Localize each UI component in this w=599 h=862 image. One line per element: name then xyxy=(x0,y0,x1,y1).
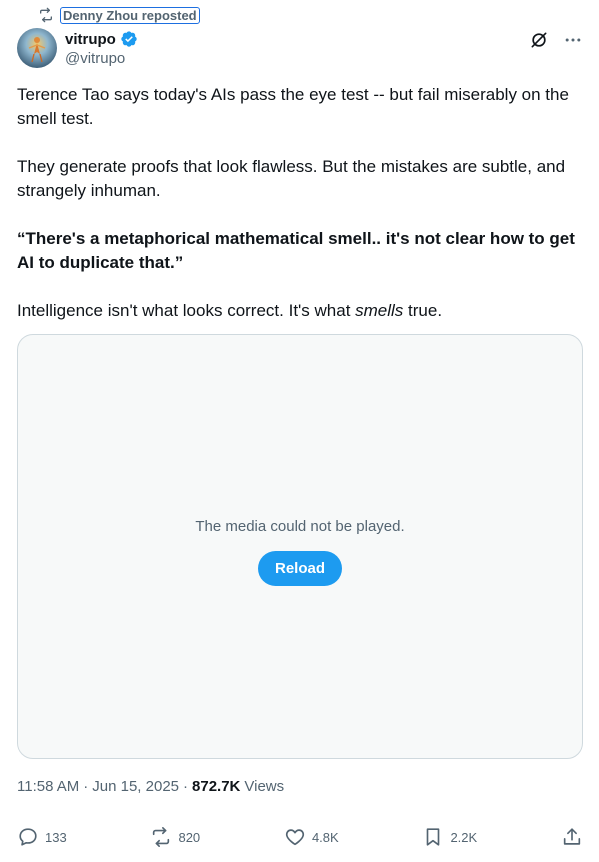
author-info: vitrupo @vitrupo xyxy=(65,29,138,67)
tweet-date[interactable]: Jun 15, 2025 xyxy=(92,778,179,795)
bookmark-count: 2.2K xyxy=(450,829,478,845)
views-count: 872.7K xyxy=(192,778,241,795)
heart-icon xyxy=(285,829,305,846)
reply-count: 133 xyxy=(45,829,67,845)
repost-indicator: Denny Zhou reposted xyxy=(38,6,200,24)
tweet-paragraph: Intelligence isn't what looks correct. I… xyxy=(17,301,443,320)
more-options-icon[interactable] xyxy=(563,30,583,50)
meta-separator: · xyxy=(83,778,89,795)
grok-icon[interactable] xyxy=(529,30,549,50)
repost-icon xyxy=(40,7,52,23)
repost-count: 820 xyxy=(178,829,201,845)
author-handle[interactable]: @vitrupo xyxy=(65,50,138,67)
share-icon xyxy=(563,828,581,845)
repost-button[interactable]: 820 xyxy=(150,826,200,848)
tweet-time[interactable]: 11:58 AM xyxy=(17,778,79,795)
header-actions xyxy=(529,30,583,50)
tweet-quote: “There's a metaphorical mathematical sme… xyxy=(17,229,575,272)
action-bar: 133 820 4.8K 2.2K xyxy=(17,825,583,849)
avatar[interactable] xyxy=(17,28,57,68)
emphasized-word: smells xyxy=(355,301,404,320)
tweet-text: Terence Tao says today's AIs pass the ey… xyxy=(17,83,585,323)
reload-button[interactable]: Reload xyxy=(257,550,342,586)
bookmark-icon xyxy=(427,828,440,846)
media-error-message: The media could not be played. xyxy=(195,517,405,535)
repost-icon xyxy=(153,827,170,847)
tweet-paragraph: They generate proofs that look flawless.… xyxy=(17,157,566,200)
media-player[interactable]: The media could not be played. Reload xyxy=(17,334,583,759)
like-count: 4.8K xyxy=(311,829,339,845)
author-display-name[interactable]: vitrupo xyxy=(65,31,116,48)
reply-icon xyxy=(19,828,37,846)
views-label: Views xyxy=(244,778,285,795)
meta-separator: · xyxy=(183,778,189,795)
like-button[interactable]: 4.8K xyxy=(284,826,339,848)
tweet-paragraph: Terence Tao says today's AIs pass the ey… xyxy=(17,85,569,128)
bookmark-button[interactable]: 2.2K xyxy=(422,826,477,848)
tweet-meta: 11:58 AM · Jun 15, 2025 · 872.7K Views xyxy=(17,778,284,795)
repost-label[interactable]: Denny Zhou reposted xyxy=(60,6,200,24)
share-button[interactable] xyxy=(561,826,583,848)
reply-button[interactable]: 133 xyxy=(17,826,67,848)
verified-badge-icon xyxy=(121,31,137,47)
